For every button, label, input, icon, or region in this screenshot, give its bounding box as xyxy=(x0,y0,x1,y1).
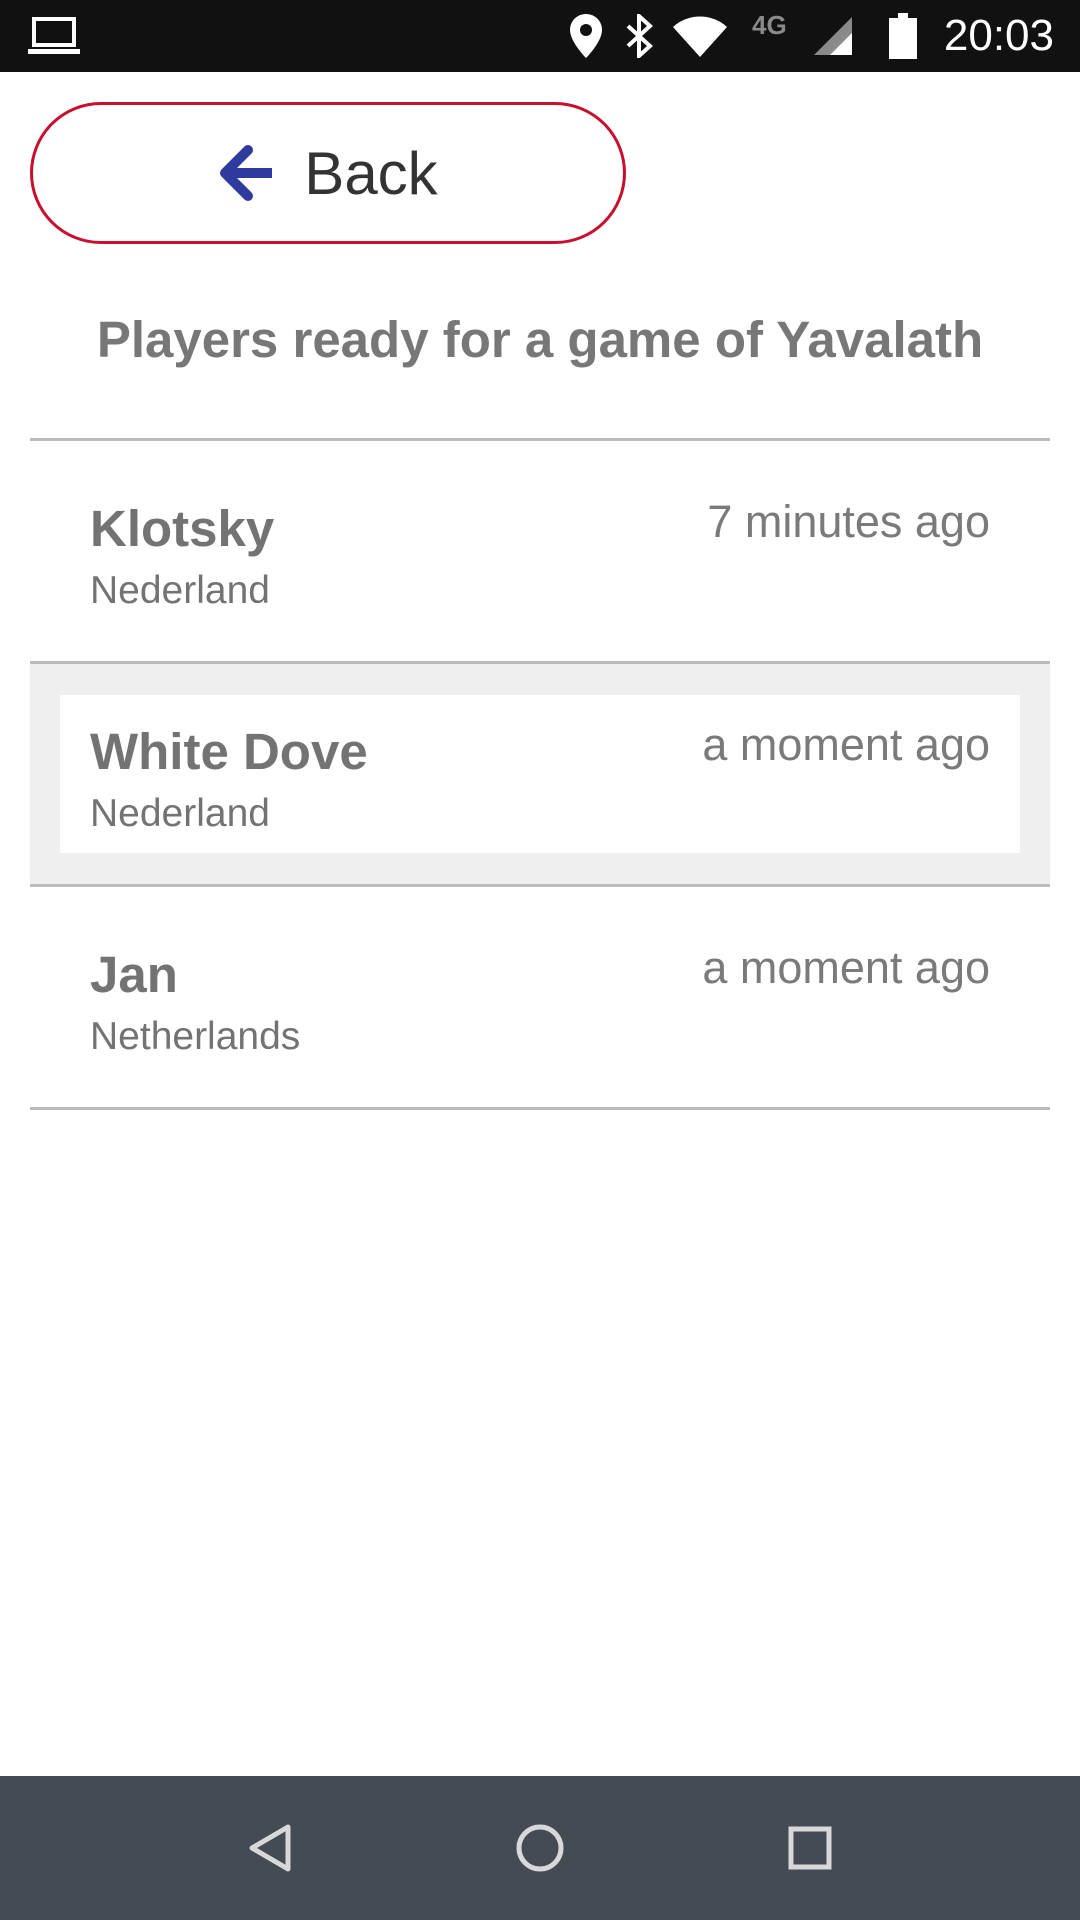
back-button-label: Back xyxy=(304,139,438,207)
navigation-bar xyxy=(0,1776,1080,1920)
nav-home-icon[interactable] xyxy=(470,1776,610,1920)
player-last-seen: a moment ago xyxy=(702,942,990,993)
arrow-left-icon xyxy=(218,144,276,202)
network-type-label: 4G xyxy=(752,10,787,40)
player-country: Nederland xyxy=(90,792,270,835)
player-name: Jan xyxy=(90,946,178,1003)
player-country: Netherlands xyxy=(90,1015,301,1058)
bluetooth-icon xyxy=(622,0,658,72)
back-button[interactable]: Back xyxy=(30,102,626,244)
nav-back-icon[interactable] xyxy=(200,1776,340,1920)
page-title: Players ready for a game of Yavalath xyxy=(96,311,984,368)
laptop-icon xyxy=(26,0,82,72)
player-last-seen: 7 minutes ago xyxy=(707,496,990,547)
player-last-seen: a moment ago xyxy=(702,719,990,770)
status-bar: 4G 20:03 xyxy=(0,0,1080,72)
battery-icon xyxy=(888,0,918,72)
player-name: White Dove xyxy=(90,723,368,780)
wifi-icon xyxy=(672,0,728,72)
player-row-klotsky[interactable]: Klotsky Nederland 7 minutes ago xyxy=(30,441,1050,664)
player-row-jan[interactable]: Jan Netherlands a moment ago xyxy=(30,887,1050,1110)
player-list: Klotsky Nederland 7 minutes ago White Do… xyxy=(30,438,1050,1110)
status-time: 20:03 xyxy=(943,11,1054,60)
nav-recents-icon[interactable] xyxy=(740,1776,880,1920)
player-country: Nederland xyxy=(90,569,270,612)
cell-signal-icon xyxy=(812,0,854,72)
location-pin-icon xyxy=(566,0,606,72)
player-row-white-dove[interactable]: White Dove Nederland a moment ago xyxy=(30,664,1050,887)
player-name: Klotsky xyxy=(90,500,275,557)
